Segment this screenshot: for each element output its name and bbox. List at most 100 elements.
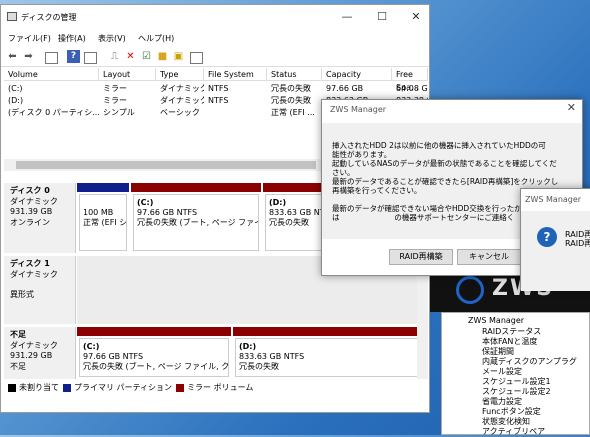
partition-label: (C:) (83, 342, 100, 351)
disk-size: 931.29 GB (10, 351, 53, 360)
delete-icon[interactable]: ✕ (124, 50, 137, 63)
dialog2-body: ? RAID再 RAID再 (521, 211, 590, 291)
disk-label[interactable]: 不足 ダイナミック 931.29 GB 不足 (4, 327, 76, 379)
zws-logo-icon (456, 276, 484, 304)
disk-type: ダイナミック (10, 270, 58, 279)
table-cell[interactable]: (C:) (4, 83, 99, 95)
title-bar: ディスクの管理 — ☐ ✕ (1, 5, 429, 30)
partition-label: (C:) (137, 198, 154, 207)
scroll-thumb[interactable] (16, 161, 316, 169)
disk-size: 931.39 GB (10, 207, 53, 216)
zws-manager-dialog-2: ZWS Manager ? RAID再 RAID再 (520, 188, 590, 291)
column-header[interactable]: Status (267, 68, 322, 81)
app-icon (7, 12, 17, 21)
partition-label: (D:) (239, 342, 257, 351)
column-header[interactable]: Layout (99, 68, 156, 81)
partition[interactable]: 100 MB 正常 (EFI シ (77, 183, 129, 253)
partition[interactable]: (D:) 833.63 GB NTFS 冗長の失敗 (233, 327, 420, 379)
menu-action[interactable]: 操作(A) (58, 33, 86, 44)
table-cell[interactable]: (ディスク 0 パーティシ... (4, 107, 99, 119)
table-cell[interactable]: ダイナミック (156, 95, 204, 107)
table-cell[interactable]: 97.66 GB (322, 83, 392, 95)
dialog2-title: ZWS Manager (525, 195, 582, 204)
legend-label: 未割り当て (19, 383, 59, 392)
toolbar: ⬅ ➡ ? ⎍ ✕ ☑ ■ ▣ (1, 47, 429, 67)
disk-label[interactable]: ディスク 1 ダイナミック 異形式 (4, 256, 76, 324)
column-header[interactable]: Free Spa... (392, 68, 428, 92)
disk-type: ダイナミック (10, 197, 58, 206)
disk-type: ダイナミック (10, 341, 58, 350)
column-header[interactable]: File System (204, 68, 267, 81)
question-icon: ? (537, 227, 557, 247)
partition-color-bar (131, 183, 261, 192)
disk-label[interactable]: ディスク 0 ダイナミック 931.39 GB オンライン (4, 183, 76, 253)
minimize-button[interactable]: — (333, 8, 361, 26)
dialog-title: ZWS Manager (330, 105, 387, 114)
view-icon[interactable] (45, 52, 58, 64)
partition-color-bar (77, 327, 231, 336)
disk-state: 異形式 (10, 290, 34, 299)
raid-rebuild-button[interactable]: RAID再構築 (389, 249, 453, 265)
close-button[interactable]: ✕ (402, 8, 430, 26)
disk-state: オンライン (10, 218, 50, 227)
legend: 未割り当て プライマリ パーティション ミラー ボリューム (4, 381, 428, 395)
view3-icon[interactable] (84, 52, 97, 64)
table-cell[interactable]: ミラー (99, 83, 156, 95)
forward-arrow-icon[interactable]: ➡ (22, 50, 35, 63)
folder-icon[interactable]: ■ (156, 50, 169, 63)
list-icon[interactable] (190, 52, 203, 64)
disk-name: 不足 (10, 330, 26, 339)
column-header[interactable]: Type (156, 68, 204, 81)
help-icon[interactable]: ? (67, 50, 80, 63)
partition[interactable]: (C:)97.66 GB NTFS冗長の失敗 (ブート, ページ ファイル, (131, 183, 261, 253)
table-cell[interactable]: 正常 (EFI ... (267, 107, 322, 119)
partition-size: 100 MB (83, 208, 114, 217)
back-arrow-icon[interactable]: ⬅ (6, 50, 19, 63)
table-cell[interactable]: NTFS (204, 83, 267, 95)
connect-icon[interactable]: ⎍ (108, 50, 121, 63)
cancel-button[interactable]: キャンセル (457, 249, 521, 265)
window-title: ディスクの管理 (21, 13, 77, 22)
table-cell[interactable] (204, 107, 267, 119)
disk-state: 不足 (10, 362, 26, 371)
table-cell[interactable]: (D:) (4, 95, 99, 107)
menu-bar: ファイル(F) 操作(A) 表示(V) ヘルプ(H) (1, 30, 429, 47)
table-cell[interactable]: 64.08 GB (392, 83, 428, 95)
column-header[interactable]: Volume (4, 68, 99, 81)
partition-body: (C:)97.66 GB NTFS冗長の失敗 (ブート, ページ ファイル, (133, 194, 259, 251)
disk-name: ディスク 1 (10, 259, 50, 268)
legend-swatch (176, 383, 185, 392)
menu-view[interactable]: 表示(V) (98, 33, 126, 44)
zws-menu-tree: ZWS Manager RAIDステータス 本体FANと温度 保証期間 内蔵ディスクのア… (441, 312, 590, 437)
partition-color-bar (233, 327, 420, 336)
partition[interactable]: (C:) 97.66 GB NTFS 冗長の失敗 (ブート, ページ ファイル, ク… (77, 327, 231, 379)
properties-icon[interactable]: ▣ (172, 50, 185, 63)
menu-help[interactable]: ヘルプ(H) (138, 33, 174, 44)
partition-size: 97.66 GB NTFS (137, 208, 198, 217)
partition-status: 冗長の失敗 (ブート, ページ ファイル, クラッシ (83, 362, 229, 371)
partition-color-bar (77, 183, 129, 192)
tree-root[interactable]: ZWS Manager (468, 316, 524, 325)
table-cell[interactable]: NTFS (204, 95, 267, 107)
legend-label: ミラー ボリューム (187, 383, 254, 392)
table-cell[interactable]: ダイナミック (156, 83, 204, 95)
partition-body: 100 MB 正常 (EFI シ (79, 194, 127, 251)
partition-status: 冗長の失敗 (239, 362, 279, 371)
maximize-button[interactable]: ☐ (368, 8, 396, 26)
table-cell[interactable]: 冗長の失敗 (267, 83, 322, 95)
legend-swatch (63, 383, 71, 392)
check-icon[interactable]: ☑ (140, 50, 153, 63)
tree-item[interactable]: アクティブリペア (482, 426, 545, 437)
partition-status: 正常 (EFI シ (83, 218, 127, 227)
table-cell[interactable]: ベーシック (156, 107, 204, 119)
partition-label (83, 198, 123, 208)
dialog-close-button[interactable]: ✕ (567, 101, 576, 114)
partition-status: 冗長の失敗 (ブート, ページ ファイル, (137, 218, 258, 227)
table-cell[interactable]: シンプル (99, 107, 156, 119)
partition-size: 97.66 GB NTFS (83, 352, 144, 361)
column-header[interactable]: Capacity (322, 68, 392, 81)
menu-file[interactable]: ファイル(F) (8, 33, 51, 44)
table-cell[interactable]: ミラー (99, 95, 156, 107)
table-cell[interactable]: 冗長の失敗 (267, 95, 322, 107)
partition-body: (D:) 833.63 GB NTFS 冗長の失敗 (235, 338, 418, 377)
